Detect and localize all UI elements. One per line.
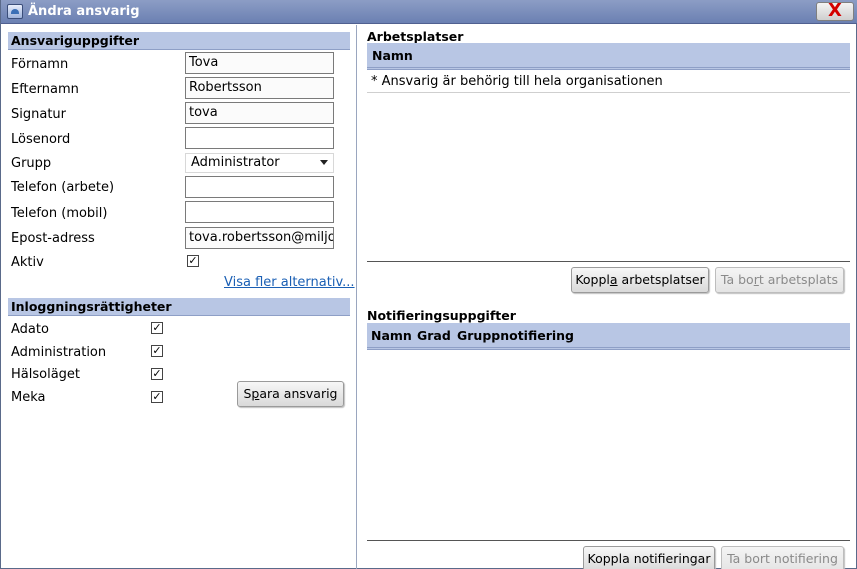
right-checkbox-adato[interactable]: ✓ xyxy=(151,322,163,334)
remove-workplace-button[interactable]: Ta bort arbetsplats xyxy=(715,267,844,293)
right-label-adato: Adato xyxy=(11,322,49,337)
save-button-text-b: ara ansvarig xyxy=(259,386,338,401)
notifications-table-header: Namn Grad Gruppnotifiering xyxy=(367,323,850,350)
connect-workplaces-text-b: arbetsplatser xyxy=(617,272,705,287)
remove-notification-button[interactable]: Ta bort notifiering xyxy=(721,546,844,569)
mobile-phone-label: Telefon (mobil) xyxy=(11,206,108,221)
more-options-link[interactable]: Visa fler alternativ... xyxy=(224,275,355,290)
connect-workplaces-text-a: Koppl xyxy=(575,272,610,287)
right-checkbox-administration[interactable]: ✓ xyxy=(151,345,163,357)
right-checkbox-halsolaget[interactable]: ✓ xyxy=(151,368,163,380)
details-header: Ansvariguppgifter xyxy=(8,32,350,50)
active-checkbox[interactable]: ✓ xyxy=(187,255,199,267)
login-rights-header: Inloggningsrättigheter xyxy=(8,298,350,316)
connect-workplaces-button[interactable]: Koppla arbetsplatser xyxy=(571,267,709,293)
email-input[interactable]: tova.robertsson@miljoe xyxy=(185,227,334,249)
chevron-down-icon xyxy=(320,160,328,165)
right-checkbox-meka[interactable]: ✓ xyxy=(151,391,163,403)
work-phone-label: Telefon (arbete) xyxy=(11,180,115,195)
group-label: Grupp xyxy=(11,156,52,171)
lastname-label: Efternamn xyxy=(11,82,79,97)
connect-workplaces-accesskey: a xyxy=(609,272,618,287)
notifications-col-name: Namn xyxy=(371,328,412,343)
workplaces-col-name: Namn xyxy=(372,48,413,63)
workplaces-row: * Ansvarig är behörig till hela organisa… xyxy=(371,74,663,89)
title-bar: Ändra ansvarig X xyxy=(1,0,857,24)
mobile-phone-input[interactable] xyxy=(185,201,334,223)
firstname-input[interactable]: Tova xyxy=(185,52,334,74)
notifications-table-bottom xyxy=(367,540,850,541)
group-select-value: Administrator xyxy=(191,155,280,170)
password-input[interactable] xyxy=(185,127,334,149)
right-label-meka: Meka xyxy=(11,390,46,405)
window-title: Ändra ansvarig xyxy=(28,4,140,19)
right-label-administration: Administration xyxy=(11,345,107,360)
password-label: Lösenord xyxy=(11,132,71,147)
save-responsible-button[interactable]: Spara ansvarig xyxy=(237,381,344,407)
dialog-window: Ändra ansvarig X Ansvariguppgifter Förna… xyxy=(0,0,857,569)
signature-label: Signatur xyxy=(11,107,67,122)
workplaces-table-header: Namn xyxy=(367,43,850,70)
app-icon xyxy=(7,4,23,19)
active-label: Aktiv xyxy=(11,255,44,270)
right-label-halsolaget: Hälsoläget xyxy=(11,367,81,382)
remove-workplace-text-a: Ta bo xyxy=(720,272,754,287)
workplaces-table-bottom xyxy=(367,261,850,262)
lastname-input[interactable]: Robertsson xyxy=(185,77,334,99)
email-label: Epost-adress xyxy=(11,231,95,246)
row-separator xyxy=(367,92,850,93)
connect-notifications-button[interactable]: Koppla notifieringar xyxy=(583,546,715,569)
group-select[interactable]: Administrator xyxy=(185,153,334,173)
workplaces-title: Arbetsplatser xyxy=(367,29,464,44)
firstname-label: Förnamn xyxy=(11,57,69,72)
panel-divider xyxy=(356,25,357,569)
remove-workplace-text-b: t arbetsplats xyxy=(758,272,839,287)
notifications-col-grade: Grad xyxy=(417,328,451,343)
work-phone-input[interactable] xyxy=(185,176,334,198)
notifications-title: Notifieringsuppgifter xyxy=(367,308,516,323)
close-button[interactable]: X xyxy=(816,2,854,21)
signature-input[interactable]: tova xyxy=(185,102,334,124)
notifications-col-group: Gruppnotifiering xyxy=(457,328,575,343)
